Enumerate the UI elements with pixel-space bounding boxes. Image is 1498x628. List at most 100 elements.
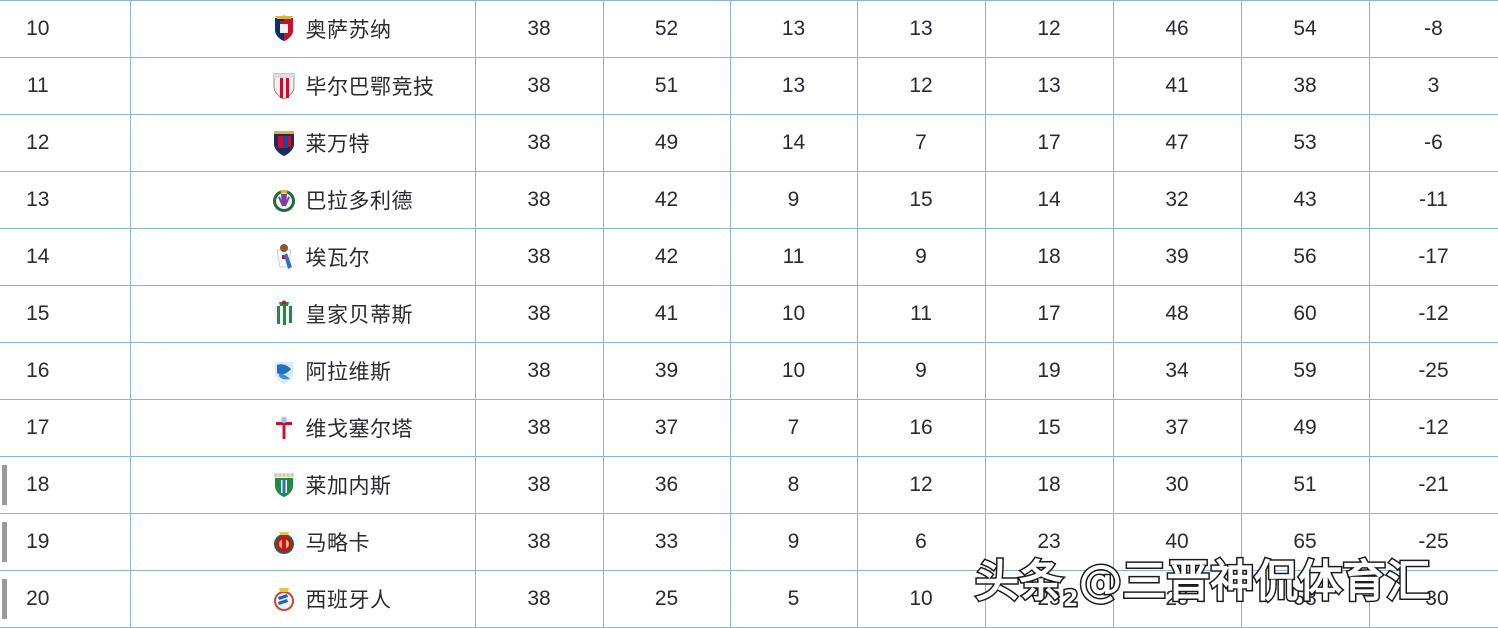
rank-cell: 20 [0, 570, 131, 628]
rank-cell: 12 [0, 114, 131, 172]
goal-difference-cell: -12 [1369, 399, 1498, 457]
table-row[interactable]: 20 西班牙人 38 25 5 10 23 28 58 -30 [0, 570, 1498, 628]
goals-for-cell: 46 [1113, 0, 1242, 58]
standings-table-body: 10 奥萨苏纳 38 52 13 13 12 46 54 -8 11 毕尔巴鄂竞技 38 51 13 12 13… [0, 0, 1498, 628]
losses-cell: 18 [985, 456, 1114, 514]
alaves-crest [271, 357, 297, 385]
team-cell[interactable]: 莱加内斯 [130, 456, 476, 514]
goals-against-cell: 49 [1241, 399, 1370, 457]
goal-difference-cell: -11 [1369, 171, 1498, 229]
table-row[interactable]: 10 奥萨苏纳 38 52 13 13 12 46 54 -8 [0, 0, 1498, 58]
valladolid-crest [271, 186, 297, 214]
table-row[interactable]: 12 莱万特 38 49 14 7 17 47 53 -6 [0, 114, 1498, 172]
team-cell[interactable]: 毕尔巴鄂竞技 [130, 57, 476, 115]
team-name: 维戈塞尔塔 [305, 418, 413, 441]
rank-number: 17 [26, 416, 50, 439]
table-row[interactable]: 14 埃瓦尔 38 42 11 9 18 39 56 -17 [0, 228, 1498, 286]
table-row[interactable]: 15 皇家贝蒂斯 38 41 10 11 17 48 60 -12 [0, 285, 1498, 343]
table-row[interactable]: 19 马略卡 38 33 9 6 23 40 65 -25 [0, 513, 1498, 571]
played-cell: 38 [475, 228, 604, 286]
relegation-marker [2, 579, 7, 619]
points-cell: 41 [603, 285, 731, 343]
losses-cell: 12 [985, 0, 1114, 58]
osasuna-crest [271, 15, 297, 43]
losses-cell: 19 [985, 342, 1114, 400]
rank-number: 13 [26, 188, 50, 211]
rank-number: 16 [26, 359, 50, 382]
rank-number: 12 [26, 131, 50, 154]
points-cell: 42 [603, 171, 731, 229]
played-cell: 38 [475, 57, 604, 115]
rank-number: 14 [26, 245, 50, 268]
wins-cell: 9 [730, 513, 858, 571]
goal-difference-cell: -25 [1369, 342, 1498, 400]
draws-cell: 9 [857, 342, 986, 400]
team-cell[interactable]: 维戈塞尔塔 [130, 399, 476, 457]
points-cell: 51 [603, 57, 731, 115]
rank-cell: 11 [0, 57, 131, 115]
played-cell: 38 [475, 171, 604, 229]
goals-for-cell: 30 [1113, 456, 1242, 514]
points-cell: 52 [603, 0, 731, 58]
rank-cell: 18 [0, 456, 131, 514]
goals-against-cell: 43 [1241, 171, 1370, 229]
goals-for-cell: 34 [1113, 342, 1242, 400]
goals-against-cell: 54 [1241, 0, 1370, 58]
played-cell: 38 [475, 0, 604, 58]
espanyol-crest [271, 585, 297, 613]
team-name: 马略卡 [305, 532, 370, 555]
draws-cell: 6 [857, 513, 986, 571]
goals-against-cell: 60 [1241, 285, 1370, 343]
team-cell[interactable]: 巴拉多利德 [130, 171, 476, 229]
points-cell: 49 [603, 114, 731, 172]
wins-cell: 13 [730, 0, 858, 58]
team-cell[interactable]: 奥萨苏纳 [130, 0, 476, 58]
points-cell: 39 [603, 342, 731, 400]
team-cell[interactable]: 西班牙人 [130, 570, 476, 628]
goals-for-cell: 47 [1113, 114, 1242, 172]
league-standings-table: 10 奥萨苏纳 38 52 13 13 12 46 54 -8 11 毕尔巴鄂竞技 38 51 13 12 13… [0, 0, 1498, 628]
played-cell: 38 [475, 342, 604, 400]
losses-cell: 17 [985, 285, 1114, 343]
wins-cell: 9 [730, 171, 858, 229]
table-row[interactable]: 18 莱加内斯 38 36 8 12 18 30 51 -21 [0, 456, 1498, 514]
points-cell: 25 [603, 570, 731, 628]
draws-cell: 7 [857, 114, 986, 172]
team-cell[interactable]: 马略卡 [130, 513, 476, 571]
goals-for-cell: 41 [1113, 57, 1242, 115]
goal-difference-cell: -21 [1369, 456, 1498, 514]
team-cell[interactable]: 埃瓦尔 [130, 228, 476, 286]
losses-cell: 23 [985, 513, 1114, 571]
table-row[interactable]: 11 毕尔巴鄂竞技 38 51 13 12 13 41 38 3 [0, 57, 1498, 115]
table-row[interactable]: 16 阿拉维斯 38 39 10 9 19 34 59 -25 [0, 342, 1498, 400]
team-name: 皇家贝蒂斯 [305, 304, 413, 327]
table-row[interactable]: 13 巴拉多利德 38 42 9 15 14 32 43 -11 [0, 171, 1498, 229]
goals-for-cell: 28 [1113, 570, 1242, 628]
team-cell[interactable]: 阿拉维斯 [130, 342, 476, 400]
points-cell: 33 [603, 513, 731, 571]
rank-cell: 19 [0, 513, 131, 571]
table-row[interactable]: 17 维戈塞尔塔 38 37 7 16 15 37 49 -12 [0, 399, 1498, 457]
goals-against-cell: 59 [1241, 342, 1370, 400]
rank-number: 19 [26, 530, 50, 553]
goals-for-cell: 39 [1113, 228, 1242, 286]
leganes-crest [271, 471, 297, 499]
team-name: 奥萨苏纳 [305, 19, 392, 42]
draws-cell: 12 [857, 57, 986, 115]
rank-cell: 17 [0, 399, 131, 457]
wins-cell: 5 [730, 570, 858, 628]
wins-cell: 10 [730, 342, 858, 400]
losses-cell: 13 [985, 57, 1114, 115]
team-name: 莱万特 [305, 133, 370, 156]
goal-difference-cell: -17 [1369, 228, 1498, 286]
team-cell[interactable]: 莱万特 [130, 114, 476, 172]
played-cell: 38 [475, 570, 604, 628]
team-cell[interactable]: 皇家贝蒂斯 [130, 285, 476, 343]
celta-vigo-crest [271, 414, 297, 442]
wins-cell: 10 [730, 285, 858, 343]
goal-difference-cell: -30 [1369, 570, 1498, 628]
losses-cell: 15 [985, 399, 1114, 457]
points-cell: 37 [603, 399, 731, 457]
played-cell: 38 [475, 114, 604, 172]
rank-cell: 15 [0, 285, 131, 343]
